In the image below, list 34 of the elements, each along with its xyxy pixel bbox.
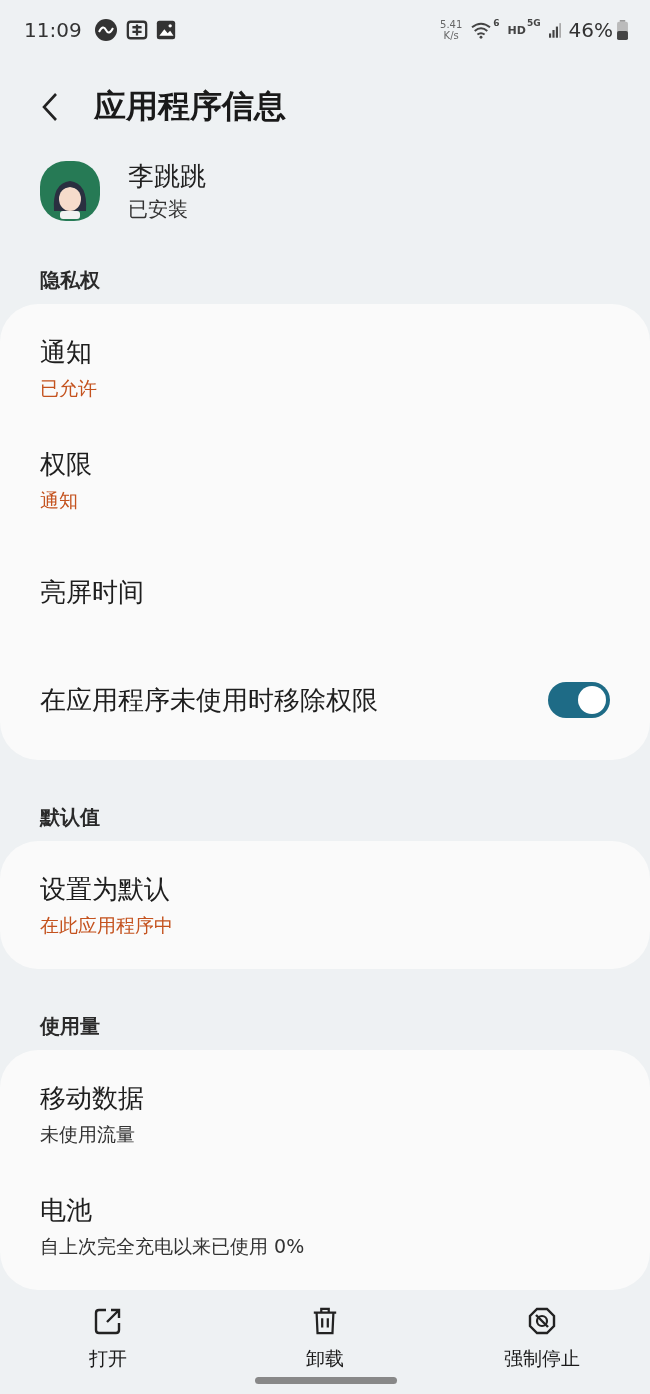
back-icon[interactable] <box>42 91 58 122</box>
setting-item[interactable]: 亮屏时间 <box>0 536 650 648</box>
setting-title: 在应用程序未使用时移除权限 <box>40 683 378 717</box>
setting-item[interactable]: 权限 通知 <box>0 424 650 536</box>
app-icon <box>40 161 100 221</box>
setting-item[interactable]: 通知 已允许 <box>0 312 650 424</box>
network-label: 5G <box>526 18 541 28</box>
net-speed: 5.41 <box>440 19 463 30</box>
app-name: 李跳跳 <box>128 160 206 193</box>
page-title: 应用程序信息 <box>94 85 286 127</box>
shop-notification-icon <box>125 19 148 41</box>
wifi-label: 6 <box>493 18 500 28</box>
section-header: 使用量 <box>39 1013 101 1040</box>
net-unit: K/s <box>443 30 459 41</box>
trash-icon <box>311 1306 339 1336</box>
stop-icon <box>526 1306 557 1336</box>
hd-label: HD <box>507 23 526 37</box>
battery-icon <box>617 20 628 40</box>
setting-item[interactable]: 移动数据 未使用流量 <box>0 1058 650 1170</box>
toggle-switch[interactable] <box>548 682 610 718</box>
action-button[interactable]: 强制停止 <box>461 1300 622 1380</box>
section-header: 隐私权 <box>39 267 101 294</box>
app-notification-icon <box>93 18 118 42</box>
battery-percent: 46% <box>568 18 613 42</box>
section-header: 默认值 <box>38 804 101 831</box>
action-button[interactable]: 卸载 <box>245 1300 405 1380</box>
action-button[interactable]: 打开 <box>28 1300 189 1380</box>
app-status: 已安装 <box>128 196 189 223</box>
signal-icon <box>548 21 561 39</box>
setting-item[interactable]: 设置为默认 在此应用程序中 <box>0 849 650 961</box>
image-icon <box>155 20 176 40</box>
status-time: 11:09 <box>24 18 82 42</box>
setting-item[interactable]: 电池 自上次完全充电以来已使用 0% <box>0 1170 650 1282</box>
wifi-icon <box>470 21 493 39</box>
